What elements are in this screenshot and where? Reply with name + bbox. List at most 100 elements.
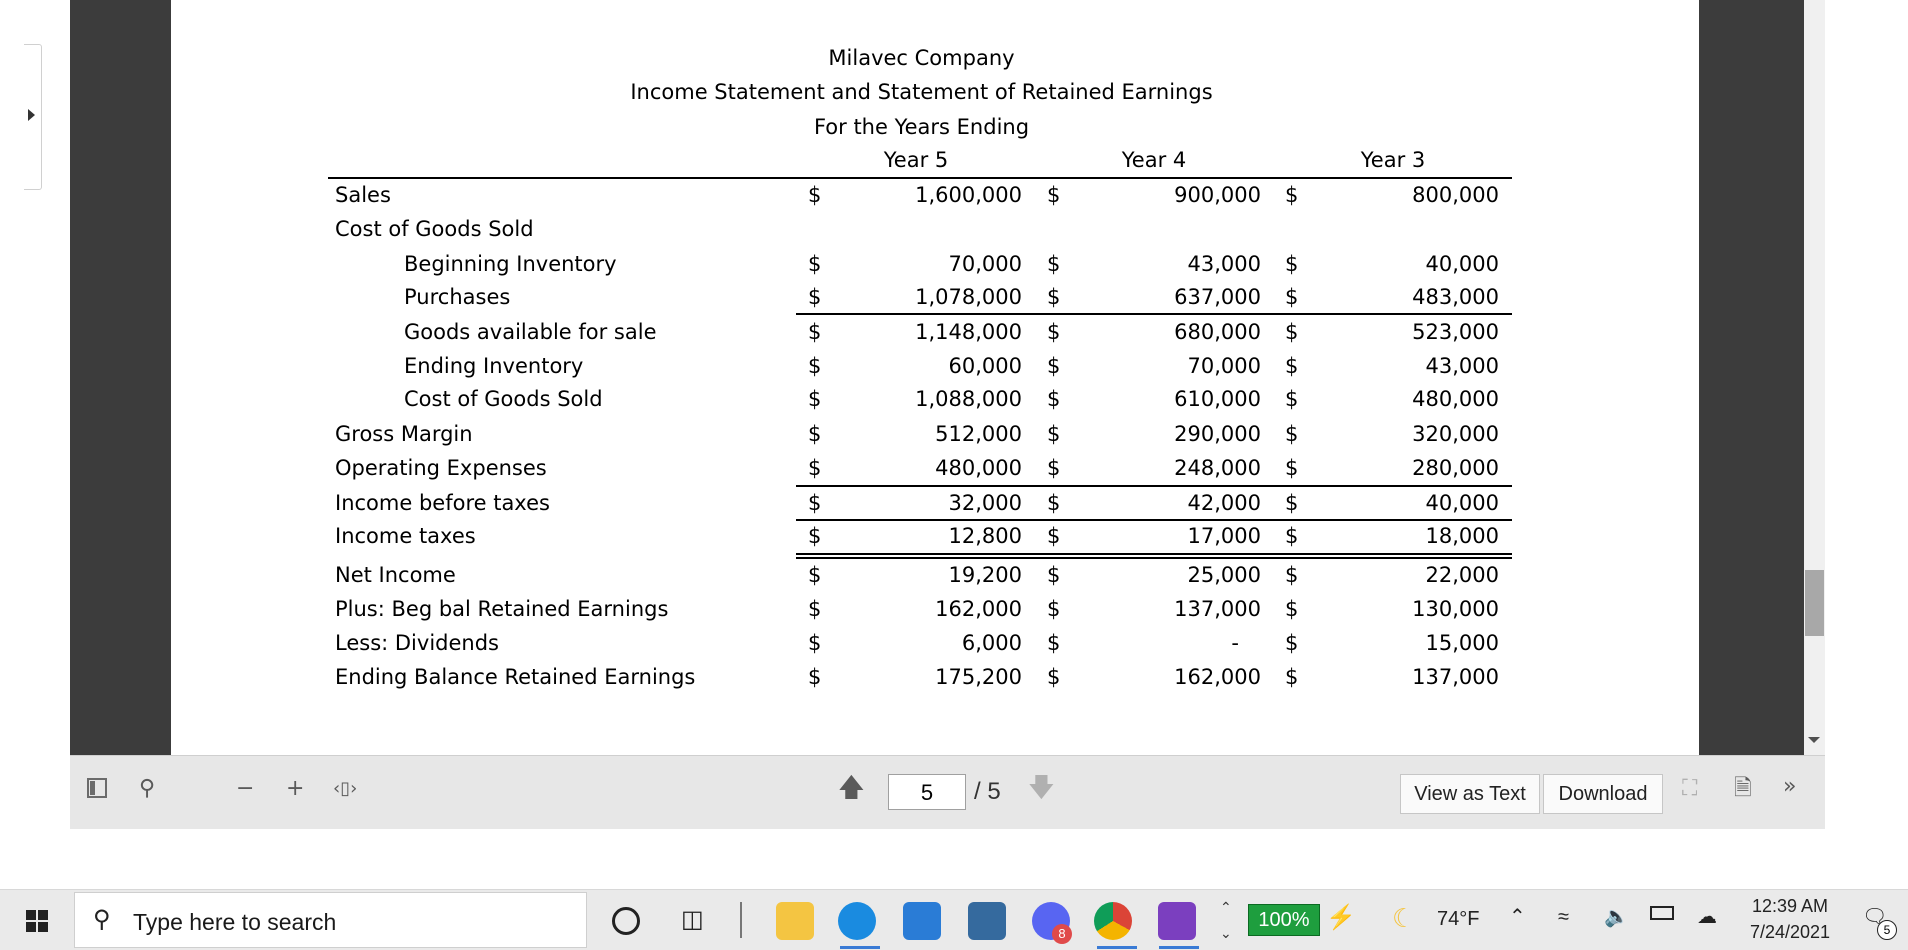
fullscreen-icon[interactable]: ⛶ [1682,776,1697,802]
currency-symbol: $ [1285,354,1299,378]
rule-net-income-1 [796,553,1512,555]
search-icon[interactable]: ⚲ [139,776,155,802]
currency-symbol: $ [808,320,822,344]
volume-icon[interactable]: 🔈 [1604,904,1629,929]
value-y4: 70,000 [1187,354,1261,378]
document-properties-icon[interactable]: 🗎 [1734,776,1752,802]
value-y3: 280,000 [1412,456,1499,480]
value-y5: 19,200 [948,563,1022,587]
fit-width-icon[interactable]: ‹▯› [333,776,357,802]
currency-symbol: $ [1047,285,1061,309]
rule-net-income-2 [796,557,1512,559]
currency-symbol: $ [808,285,822,309]
currency-symbol: $ [1285,320,1299,344]
row-label: Ending Balance Retained Earnings [335,665,696,689]
currency-symbol: $ [1285,183,1299,207]
taskbar-search-box[interactable]: ⚲ Type here to search [74,892,587,948]
value-y5: 162,000 [935,597,1022,621]
value-y3: 40,000 [1425,491,1499,515]
clock-date[interactable]: 7/24/2021 [1745,922,1835,943]
wifi-icon[interactable]: ≈ [1558,906,1569,929]
chrome-icon[interactable] [1094,902,1132,940]
sql-server-management-studio-icon[interactable] [968,902,1006,940]
file-explorer-icon[interactable] [776,902,814,940]
currency-symbol: $ [1047,252,1061,276]
zoom-in-icon[interactable]: + [286,776,304,802]
row-label: Ending Inventory [404,354,584,378]
rule-goods-available [796,313,1512,315]
currency-symbol: $ [808,597,822,621]
moon-weather-icon[interactable]: ☾ [1392,903,1415,934]
rule-income-taxes [796,519,1512,521]
column-header-year-4: Year 4 [1121,148,1187,172]
search-placeholder: Type here to search [133,909,337,935]
value-y3: 800,000 [1412,183,1499,207]
scrollbar-thumb[interactable] [1805,570,1824,636]
previous-page-arrow-icon[interactable]: 🡅 [838,775,865,801]
next-page-arrow-icon[interactable]: 🡇 [1028,775,1055,801]
currency-symbol: $ [808,665,822,689]
value-y4: 248,000 [1174,456,1261,480]
windows-start-icon[interactable] [26,910,48,932]
currency-symbol: $ [808,252,822,276]
sidebar-panel-icon[interactable] [87,778,107,798]
value-y5: 1,078,000 [915,285,1022,309]
show-hidden-icons-chevron-icon[interactable]: ⌃ [1509,904,1526,929]
currency-symbol: $ [1285,665,1299,689]
weather-temperature[interactable]: 74°F [1437,908,1479,931]
value-y4: 290,000 [1174,422,1261,446]
column-header-year-3: Year 3 [1360,148,1426,172]
row-label: Cost of Goods Sold [404,387,603,411]
row-label: Operating Expenses [335,456,547,480]
currency-symbol: $ [1285,252,1299,276]
mail-icon[interactable] [903,902,941,940]
currency-symbol: $ [1047,597,1061,621]
value-y4: 162,000 [1174,665,1261,689]
value-y3: 480,000 [1412,387,1499,411]
row-label: Purchases [404,285,511,309]
row-label: Less: Dividends [335,631,499,655]
scroll-down-arrow-icon[interactable] [1808,737,1820,743]
currency-symbol: $ [1285,456,1299,480]
currency-symbol: $ [808,183,822,207]
value-y4: 680,000 [1174,320,1261,344]
task-view-icon[interactable]: ◫ [681,905,704,934]
value-y5: 480,000 [935,456,1022,480]
currency-symbol: $ [1047,354,1061,378]
value-y5: 1,088,000 [915,387,1022,411]
value-y3: 523,000 [1412,320,1499,344]
currency-symbol: $ [1047,456,1061,480]
currency-symbol: $ [808,491,822,515]
row-label: Sales [335,183,391,207]
currency-symbol: $ [1047,183,1061,207]
currency-symbol: $ [1047,491,1061,515]
currency-symbol: $ [808,387,822,411]
visual-studio-icon[interactable] [1158,902,1196,940]
value-y3: 40,000 [1425,252,1499,276]
value-y3: 137,000 [1412,665,1499,689]
more-tools-icon[interactable]: » [1783,774,1796,800]
clock-time[interactable]: 12:39 AM [1745,896,1835,917]
column-header-year-5: Year 5 [883,148,949,172]
download-button[interactable]: Download [1543,774,1663,814]
taskbar-scroll-arrows-icon[interactable]: ⌃ ⌄ [1220,894,1232,946]
currency-symbol: $ [1047,422,1061,446]
page-number-input[interactable]: 5 [888,774,966,810]
onedrive-cloud-icon[interactable]: ☁ [1697,904,1717,929]
viewer-toolbar: ⚲ − + ‹▯› 🡅 5 / 5 🡇 View as Text Downloa… [70,755,1825,829]
row-label: Income before taxes [335,491,550,515]
row-label: Income taxes [335,524,476,548]
edge-browser-icon[interactable] [838,902,876,940]
currency-symbol: $ [1047,665,1061,689]
value-y4: 17,000 [1187,524,1261,548]
zoom-out-icon[interactable]: − [236,776,254,802]
discord-notification-badge: 8 [1052,924,1072,944]
value-y5: 1,148,000 [915,320,1022,344]
cortana-icon[interactable] [612,907,640,935]
value-y4: 42,000 [1187,491,1261,515]
value-y3: 43,000 [1425,354,1499,378]
battery-icon[interactable] [1650,906,1674,920]
windows-taskbar: ⚲ Type here to search ◫ 8 ⌃ ⌄ 100% ⚡ ☾ 74… [0,889,1908,950]
battery-percent[interactable]: 100% [1248,904,1320,936]
view-as-text-button[interactable]: View as Text [1400,774,1540,814]
